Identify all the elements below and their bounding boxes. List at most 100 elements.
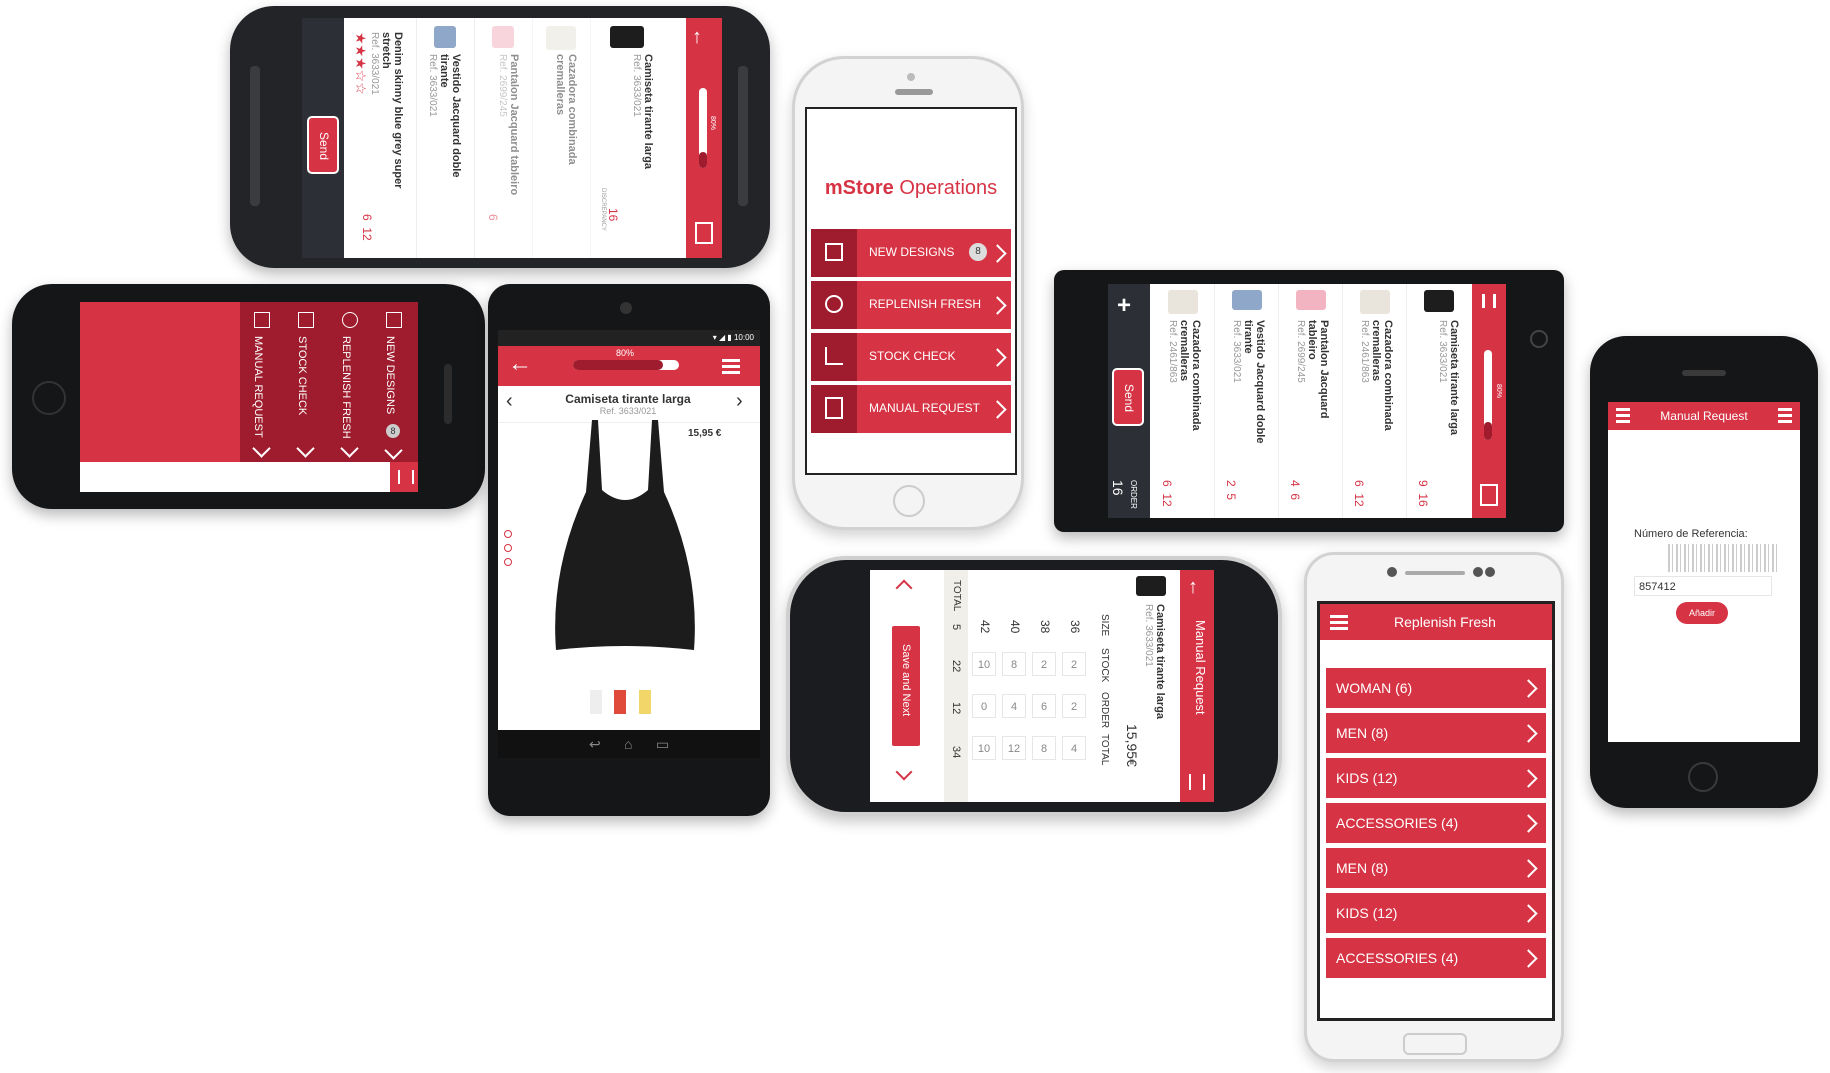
product-thumb	[1136, 576, 1166, 596]
total-cell: 12	[1002, 736, 1026, 760]
category-item[interactable]: ACCESSORIES (4)	[1326, 938, 1546, 978]
category-item[interactable]: WOMAN (6)	[1326, 668, 1546, 708]
apple-icon	[825, 295, 843, 313]
list-item[interactable]: Camiseta tirante larga Ref. 3633/021 16 …	[590, 18, 686, 258]
product-header: Camiseta tirante larga Ref. 3633/021 15,…	[1114, 570, 1180, 802]
order-input[interactable]: 4	[1002, 694, 1026, 718]
back-arrow-icon[interactable]: ←	[508, 350, 532, 378]
barcode-icon[interactable]	[695, 222, 713, 244]
category-item[interactable]: KIDS (12)	[1326, 893, 1546, 933]
back-arrow-icon[interactable]: ↑	[1188, 576, 1198, 599]
next-arrow-icon[interactable]: ›	[736, 390, 743, 413]
chevron-right-icon	[1519, 904, 1538, 923]
badge: 8	[386, 424, 400, 438]
list-icon[interactable]	[1778, 405, 1792, 426]
bag-icon	[386, 312, 402, 328]
reference-input[interactable]: 857412	[1634, 576, 1772, 596]
progress-bar	[573, 360, 679, 370]
rating-stars: ★★★☆☆	[353, 32, 369, 95]
chevron-down-icon[interactable]	[895, 763, 913, 781]
menu-icon[interactable]	[1330, 612, 1348, 633]
category-item[interactable]: MEN (8)	[1326, 713, 1546, 753]
stock-cell: 8	[1002, 652, 1026, 676]
category-item[interactable]: KIDS (12)	[1326, 758, 1546, 798]
side-menu-item-manual-request[interactable]: MANUAL REQUEST	[240, 302, 285, 462]
home-button[interactable]	[893, 485, 925, 517]
clipboard-icon	[825, 397, 843, 419]
order-input[interactable]: 2	[1062, 694, 1086, 718]
device-product-detail: ▾ ◢ ▮ 10:00 ← 80% ‹ Camiseta tirante lar…	[488, 284, 770, 816]
chevron-right-icon	[988, 296, 1007, 315]
product-thumb	[1232, 290, 1262, 310]
chevron-up-icon[interactable]	[895, 579, 913, 597]
home-button[interactable]	[32, 381, 66, 415]
order-input[interactable]: 0	[972, 694, 996, 718]
color-swatches[interactable]	[590, 690, 651, 719]
order-input[interactable]: 6	[1032, 694, 1056, 718]
list-item[interactable]: Camiseta tirante larga Ref. 3633/021 9 1…	[1406, 284, 1472, 518]
back-arrow-icon[interactable]: ↑	[692, 26, 702, 49]
product-thumb	[1424, 290, 1454, 312]
chevron-right-icon	[988, 400, 1007, 419]
device-side-menu: MANUAL REQUEST STOCK CHECK REPLENISH FRE…	[12, 284, 485, 509]
menu-icon[interactable]	[1616, 405, 1630, 426]
list-item[interactable]: Cazadora combinada cremalleras	[532, 18, 591, 258]
nav-bar[interactable]: ↩ ⌂ ▭	[498, 730, 760, 758]
menu-item-replenish-fresh[interactable]: REPLENISH FRESH	[811, 281, 1011, 329]
product-thumb	[492, 26, 514, 48]
list-icon[interactable]	[722, 356, 740, 377]
device-order-discrepancy: Send Denim skinny blue grey super stretc…	[230, 6, 770, 268]
list-item[interactable]: Vestido Jacquard doble tirante Ref. 3633…	[416, 18, 475, 258]
list-item[interactable]: Vestido Jacquard doble tirante Ref. 3633…	[1214, 284, 1279, 518]
total-cell: 4	[1062, 736, 1086, 760]
progress-bar	[699, 88, 707, 168]
chevron-down-icon	[384, 441, 403, 460]
chevron-right-icon	[988, 348, 1007, 367]
menu-item-stock-check[interactable]: STOCK CHECK	[811, 333, 1011, 381]
product-thumb	[1168, 290, 1198, 314]
badge: 8	[969, 243, 987, 261]
prev-arrow-icon[interactable]: ‹	[506, 390, 513, 413]
header-bar: ↑ 80%	[686, 18, 722, 258]
list-item[interactable]: Pantalon Jacquard tableiro Ref. 2699/245…	[474, 18, 533, 258]
totals-column: TOTAL 5 22 12 34	[944, 570, 968, 802]
product-thumb	[610, 26, 644, 48]
add-icon[interactable]: +	[1117, 292, 1131, 320]
device-main-menu: mStore Operations NEW DESIGNS 8 REPLENIS…	[792, 56, 1024, 530]
barcode-icon[interactable]	[1189, 774, 1205, 790]
chevron-right-icon	[1519, 769, 1538, 788]
table-header: SIZE STOCK ORDER TOTAL	[1099, 614, 1110, 766]
home-button[interactable]	[1403, 1033, 1467, 1055]
barcode-icon[interactable]	[390, 462, 418, 492]
list-item[interactable]: Pantalon Jacquard tableiro Ref. 2699/245…	[1278, 284, 1343, 518]
home-button[interactable]	[1688, 762, 1718, 792]
chart-icon	[298, 312, 314, 328]
menu-item-new-designs[interactable]: NEW DESIGNS 8	[811, 229, 1011, 277]
list-item[interactable]: Cazadora combinada cremalleras Ref. 2461…	[1150, 284, 1215, 518]
chevron-right-icon	[988, 244, 1007, 263]
chevron-right-icon	[1519, 859, 1538, 878]
camera	[620, 302, 632, 314]
side-menu-item-new-designs[interactable]: NEW DESIGNS 8	[372, 302, 418, 462]
send-button[interactable]: Send	[307, 116, 339, 174]
chart-icon	[825, 347, 843, 365]
list-item[interactable]: Cazadora combinada cremalleras Ref. 2461…	[1342, 284, 1407, 518]
list-icon[interactable]	[1482, 294, 1496, 308]
category-item[interactable]: MEN (8)	[1326, 848, 1546, 888]
save-and-next-button[interactable]: Save and Next	[892, 626, 920, 746]
header-bar: Manual Request	[1608, 402, 1800, 430]
product-thumb	[1360, 290, 1390, 314]
stock-cell: 2	[1032, 652, 1056, 676]
category-list: WOMAN (6) MEN (8) KIDS (12) ACCESSORIES …	[1326, 668, 1546, 978]
side-menu-item-stock-check[interactable]: STOCK CHECK	[284, 302, 329, 462]
category-item[interactable]: ACCESSORIES (4)	[1326, 803, 1546, 843]
barcode-icon[interactable]	[1480, 484, 1498, 506]
menu-item-manual-request[interactable]: MANUAL REQUEST	[811, 385, 1011, 433]
send-button[interactable]: Send	[1112, 368, 1144, 426]
header-bar: ← 80%	[498, 346, 760, 386]
list-item[interactable]: Denim skinny blue grey super stretch Ref…	[344, 18, 417, 258]
side-menu-item-replenish-fresh[interactable]: REPLENISH FRESH	[328, 302, 373, 462]
product-thumb	[546, 26, 576, 50]
chevron-right-icon	[1519, 679, 1538, 698]
add-button[interactable]: Añadir	[1676, 602, 1728, 624]
